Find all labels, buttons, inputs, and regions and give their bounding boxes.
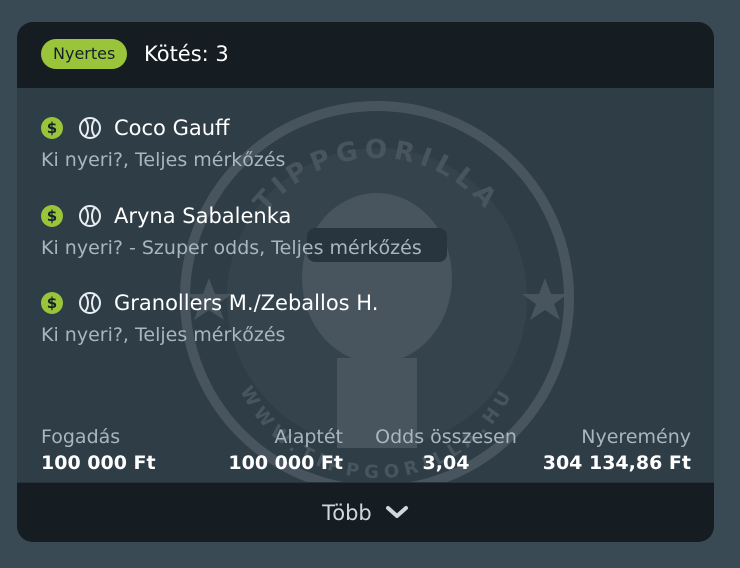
dollar-icon: $ [41,292,63,314]
selection-item: $ Granollers M./Zeballos H. Ki nyeri?, T… [41,291,701,346]
bet-card-footer: Több [17,482,714,542]
base-stake-label: Alaptét [274,426,343,448]
selection-name: Coco Gauff [114,116,230,140]
winnings-column: Nyeremény 304 134,86 Ft [541,424,691,476]
more-label: Több [322,501,372,525]
chevron-down-icon [385,506,408,518]
selection-item: $ Coco Gauff Ki nyeri?, Teljes mérkőzés [41,116,701,171]
status-badge: Nyertes [41,39,128,69]
winnings-value: 304 134,86 Ft [542,452,691,474]
bet-card: Nyertes Kötés: 3 TIPPGORILLA WWW.TIPPGOR… [17,22,714,542]
base-stake-value: 100 000 Ft [228,452,343,474]
bet-type-title: Kötés: 3 [144,42,229,66]
tennis-ball-icon [79,292,101,314]
base-stake-column: Alaptét 100 000 Ft [228,424,343,476]
dollar-icon: $ [41,205,63,227]
selection-market: Ki nyeri?, Teljes mérkőzés [41,149,286,171]
stake-label: Fogadás [41,426,121,448]
selection-name: Granollers M./Zeballos H. [114,291,379,315]
total-odds-column: Odds összesen 3,04 [371,424,521,476]
dollar-icon: $ [41,117,63,139]
winnings-label: Nyeremény [581,426,691,448]
selection-market: Ki nyeri?, Teljes mérkőzés [41,324,286,346]
tennis-ball-icon [79,205,101,227]
bet-card-header: Nyertes Kötés: 3 [17,22,714,88]
total-odds-label: Odds összesen [375,426,517,448]
selection-name: Aryna Sabalenka [114,204,292,228]
selection-market: Ki nyeri? - Szuper odds, Teljes mérkőzés [41,237,422,259]
bet-summary: Fogadás 100 000 Ft Alaptét 100 000 Ft Od… [41,424,691,482]
stake-value: 100 000 Ft [41,452,156,474]
total-odds-value: 3,04 [422,452,470,474]
more-button[interactable]: Több [17,483,714,542]
selection-item: $ Aryna Sabalenka Ki nyeri? - Szuper odd… [41,204,701,259]
tennis-ball-icon [79,117,101,139]
stake-column: Fogadás 100 000 Ft [41,424,156,476]
bet-card-body: TIPPGORILLA WWW.TIPPGORILLA.HU $ Coco Ga… [17,88,714,482]
